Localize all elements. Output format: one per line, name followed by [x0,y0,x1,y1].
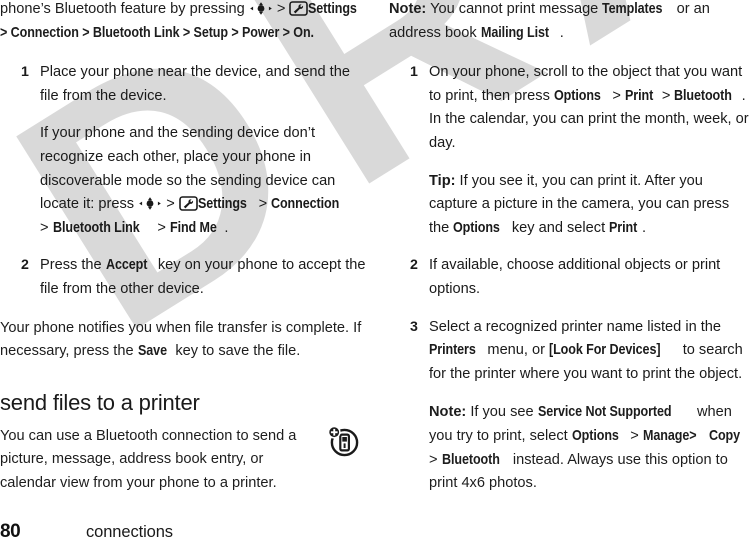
sep-1: > [608,87,626,104]
step-number: 2 [21,257,29,274]
settings-label: Settings [197,196,247,213]
footer-section-name: connections [86,523,173,541]
tip-mid: key and select [507,219,610,236]
note-paragraph-1: Note: You cannot print message Templates… [389,0,753,45]
left-column: phone’s Bluetooth feature by pressing > … [0,0,372,496]
note-label: Note: [389,1,427,17]
step-text: If available, choose additional objects … [429,257,721,297]
save-key-label: Save [137,343,167,360]
bluetooth-label: Bluetooth [674,87,733,104]
transfer-post: key to save the file. [171,343,301,360]
intro-sep-gt: > [272,1,290,17]
print-label: Print [609,219,638,236]
mailing-list-label: Mailing List [480,24,549,41]
service-not-supported-label: Service Not Supported [537,404,672,421]
left-step-2: 2 Press the Accept key on your phone to … [0,254,372,301]
sub-period: . [224,219,229,236]
options-label: Options [453,219,501,236]
note-pre: If you see [466,404,538,421]
step-text-pre: Press the [40,257,106,274]
copy-label: Copy [709,427,741,444]
page-number: 80 [0,521,21,542]
right-step-3: 3 Select a recognized printer name liste… [389,316,753,387]
accept-key-label: Accept [105,257,148,274]
sub-gt2: > [153,219,170,236]
left-step-1: 1 Place your phone near the device, and … [0,61,372,240]
section-body-paragraph: You can use a Bluetooth connection to se… [0,427,297,491]
sub-sep-gt: > [162,196,179,213]
templates-label: Templates [602,1,663,17]
step-text: Place your phone near the device, and se… [40,64,350,104]
find-me-label: Find Me [169,219,217,236]
right-column: Note: You cannot print message Templates… [389,0,753,496]
page-footer: 80 connections [0,521,173,543]
bluetooth-label: Bluetooth [441,451,500,468]
options-label: Options [553,87,601,104]
tip-post: . [641,219,646,236]
step-mid: menu, or [483,342,550,359]
left-step-1-sub: If your phone and the sending device don… [40,122,372,240]
navigation-key-icon [138,196,162,211]
tip-label: Tip: [429,172,456,189]
step-number: 3 [410,318,418,335]
note-paragraph-2: Note: If you see Service Not Supported w… [429,401,753,495]
intro-line1-text: phone’s Bluetooth feature by pressing [0,1,249,17]
section-heading: send files to a printer [0,389,200,415]
bluetooth-link-label: Bluetooth Link [52,219,140,236]
intro-paragraph-line2: > Connection > Bluetooth Link > Setup > … [0,22,372,46]
intro-paragraph: phone’s Bluetooth feature by pressing > … [0,0,372,22]
sep-1: > [626,427,643,444]
sub-last-gt: > [40,219,53,236]
sep-3: > [429,451,442,468]
note-label: Note: [429,404,467,421]
settings-wrench-icon [289,1,309,16]
bluetooth-send-device-icon [326,424,360,458]
connection-label: Connection [271,196,340,213]
manage-label: Manage> [642,427,697,444]
step-number: 1 [21,64,29,81]
settings-label: Settings [308,1,358,17]
right-step-1: 1 On your phone, scroll to the object th… [389,61,753,240]
manual-page: DRAFT phone’s Bluetooth feature by press… [0,0,753,549]
options-label: Options [571,427,619,444]
note-pre: You cannot print message [426,1,603,17]
step-text-pre: Select a recognized printer name listed … [429,318,722,335]
transfer-complete-paragraph: Your phone notifies you when file transf… [0,317,372,364]
look-for-devices-label: [Look For Devices] [549,342,661,359]
intro-path-line: > Connection > Bluetooth Link > Setup > … [0,24,314,41]
step-number: 1 [410,64,418,81]
printers-label: Printers [429,342,476,359]
step-number: 2 [410,257,418,274]
note-post: . [559,24,564,41]
sep-2: > [657,87,675,104]
settings-wrench-icon [178,196,198,211]
sub-mid-gt: > [254,196,272,213]
print-label: Print [625,87,654,104]
tip-paragraph: Tip: If you see it, you can print it. Af… [429,170,753,241]
navigation-key-icon [249,1,273,16]
right-step-2: 2 If available, choose additional object… [389,254,753,301]
page-content: phone’s Bluetooth feature by pressing > … [0,0,753,549]
